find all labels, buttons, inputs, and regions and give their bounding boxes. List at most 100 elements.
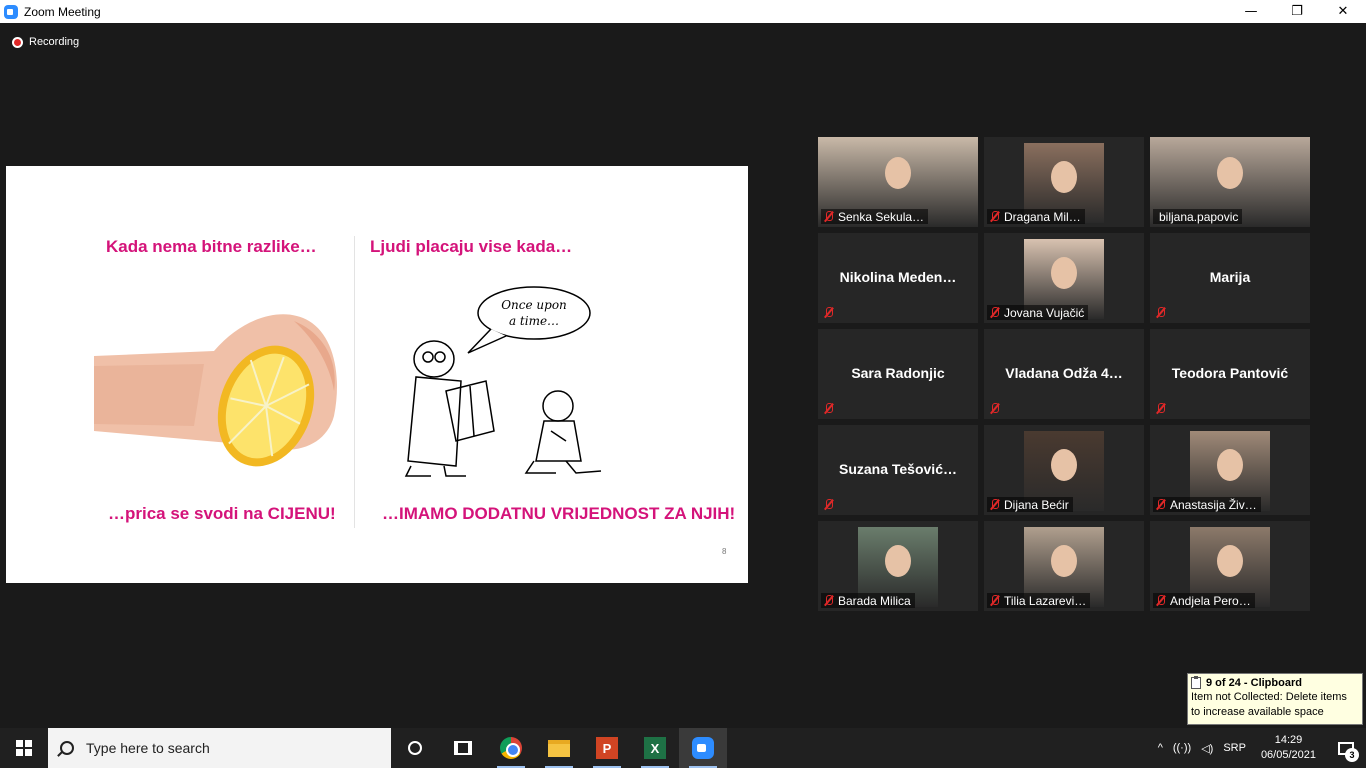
participant-name: Senka Sekula… xyxy=(838,209,925,224)
zoom-icon xyxy=(692,737,714,759)
restore-button[interactable]: ❐ xyxy=(1274,0,1320,23)
participant-tile[interactable]: Andjela Pero… xyxy=(1150,521,1310,611)
search-placeholder: Type here to search xyxy=(86,740,210,756)
mic-muted-icon xyxy=(1155,499,1166,510)
mic-muted-icon xyxy=(989,499,1000,510)
action-center-button[interactable]: 3 xyxy=(1326,728,1366,768)
participant-tile[interactable]: Sara Radonjic xyxy=(818,329,978,419)
participant-label xyxy=(821,497,838,512)
taskbar-search-box[interactable]: Type here to search xyxy=(48,728,391,768)
system-tray: ^ ((·)) ◁) SRP 14:29 06/05/2021 3 xyxy=(1153,728,1366,768)
participant-center-name: Nikolina Meden… xyxy=(839,269,957,285)
taskbar-file-explorer[interactable] xyxy=(535,728,583,768)
participant-face xyxy=(1051,544,1077,577)
mic-muted-icon xyxy=(823,499,834,510)
cortana-icon xyxy=(408,741,422,755)
participant-label: Andjela Pero… xyxy=(1153,593,1255,608)
participant-face xyxy=(1051,160,1077,193)
notification-count: 3 xyxy=(1345,748,1359,762)
participant-label xyxy=(987,401,1004,416)
mic-muted-icon xyxy=(989,595,1000,606)
windows-taskbar: Type here to search P X ^ ((·)) ◁) SRP 1… xyxy=(0,728,1366,768)
participant-label: biljana.papovic xyxy=(1153,209,1243,224)
window-titlebar: Zoom Meeting — ❐ ✕ xyxy=(0,0,1366,23)
language-indicator[interactable]: SRP xyxy=(1218,728,1251,768)
participant-tile[interactable]: Vladana Odža 4… xyxy=(984,329,1144,419)
mic-muted-icon xyxy=(989,403,1000,414)
slide-footer-left: …prica se svodi na CIJENU! xyxy=(108,504,336,523)
participant-label xyxy=(1153,305,1170,320)
search-icon xyxy=(60,741,74,755)
lemon-squeeze-image xyxy=(94,314,337,467)
mic-muted-icon xyxy=(823,307,834,318)
participant-label: Tilia Lazarevi… xyxy=(987,593,1091,608)
recording-indicator[interactable]: Recording xyxy=(12,36,79,48)
recording-label: Recording xyxy=(29,36,80,48)
excel-icon: X xyxy=(644,737,666,759)
participant-tile[interactable]: Tilia Lazarevi… xyxy=(984,521,1144,611)
speech-bubble-line1: Once upon xyxy=(501,298,567,312)
participant-label: Barada Milica xyxy=(821,593,915,608)
clipboard-title: 9 of 24 - Clipboard xyxy=(1206,677,1302,689)
participant-face xyxy=(1051,256,1077,289)
participant-label xyxy=(821,305,838,320)
participant-tile[interactable]: Dijana Bećir xyxy=(984,425,1144,515)
participant-tile[interactable]: Jovana Vujačić xyxy=(984,233,1144,323)
participant-label: Jovana Vujačić xyxy=(987,305,1089,320)
participant-label: Dragana Mil… xyxy=(987,209,1085,224)
show-hidden-icons-chevron-icon[interactable]: ^ xyxy=(1153,728,1168,768)
participant-face xyxy=(1217,448,1243,481)
participant-tile[interactable]: Senka Sekula… xyxy=(818,137,978,227)
participant-face xyxy=(1051,448,1077,481)
task-view-button[interactable] xyxy=(439,728,487,768)
meeting-area: Recording Kada nema bitne razlike… Ljudi… xyxy=(0,23,1366,728)
zoom-app-icon xyxy=(4,4,18,19)
participant-name: Dragana Mil… xyxy=(1004,209,1081,224)
participant-tile[interactable]: Nikolina Meden… xyxy=(818,233,978,323)
clock-date: 06/05/2021 xyxy=(1260,749,1316,761)
participant-tile[interactable]: Marija xyxy=(1150,233,1310,323)
participant-label xyxy=(1153,401,1170,416)
network-icon[interactable]: ((·)) xyxy=(1168,728,1196,768)
close-button[interactable]: ✕ xyxy=(1320,0,1366,23)
slide-heading-left: Kada nema bitne razlike… xyxy=(106,237,317,256)
folder-icon xyxy=(548,739,570,757)
mic-muted-icon xyxy=(1155,403,1166,414)
mic-muted-icon xyxy=(989,211,1000,222)
slide-heading-right: Ljudi placaju vise kada… xyxy=(370,237,573,256)
clipboard-notification[interactable]: 9 of 24 - Clipboard Item not Collected: … xyxy=(1187,673,1363,725)
mic-muted-icon xyxy=(1155,595,1166,606)
chrome-icon xyxy=(500,737,522,759)
taskbar-chrome[interactable] xyxy=(487,728,535,768)
cortana-button[interactable] xyxy=(391,728,439,768)
participant-face xyxy=(1217,544,1243,577)
participant-center-name: Sara Radonjic xyxy=(851,365,945,381)
start-button[interactable] xyxy=(0,728,48,768)
clock-time: 14:29 xyxy=(1274,734,1303,746)
mic-muted-icon xyxy=(823,403,834,414)
participant-center-name: Vladana Odža 4… xyxy=(1005,365,1123,381)
recording-dot-icon xyxy=(12,36,23,48)
participant-tile[interactable]: Dragana Mil… xyxy=(984,137,1144,227)
taskbar-clock[interactable]: 14:29 06/05/2021 xyxy=(1251,733,1326,763)
participant-center-name: Teodora Pantović xyxy=(1171,365,1289,381)
participant-name: Anastasija Živ… xyxy=(1170,497,1257,512)
mic-muted-icon xyxy=(1155,307,1166,318)
minimize-button[interactable]: — xyxy=(1228,0,1274,23)
participant-tile[interactable]: Barada Milica xyxy=(818,521,978,611)
participant-name: Andjela Pero… xyxy=(1170,593,1251,608)
window-controls: — ❐ ✕ xyxy=(1228,0,1366,23)
taskbar-zoom[interactable] xyxy=(679,728,727,768)
mic-muted-icon xyxy=(989,307,1000,318)
participant-label: Dijana Bećir xyxy=(987,497,1073,512)
volume-icon[interactable]: ◁) xyxy=(1196,728,1218,768)
speech-bubble-line2: a time… xyxy=(509,314,559,328)
taskbar-powerpoint[interactable]: P xyxy=(583,728,631,768)
participant-tile[interactable]: Anastasija Živ… xyxy=(1150,425,1310,515)
taskbar-excel[interactable]: X xyxy=(631,728,679,768)
participant-tile[interactable]: Teodora Pantović xyxy=(1150,329,1310,419)
participant-tile[interactable]: Suzana Tešović… xyxy=(818,425,978,515)
clipboard-message-line1: Item not Collected: Delete items xyxy=(1191,691,1347,703)
clipboard-message-line2: to increase available space xyxy=(1191,706,1324,718)
participant-tile[interactable]: biljana.papovic xyxy=(1150,137,1310,227)
